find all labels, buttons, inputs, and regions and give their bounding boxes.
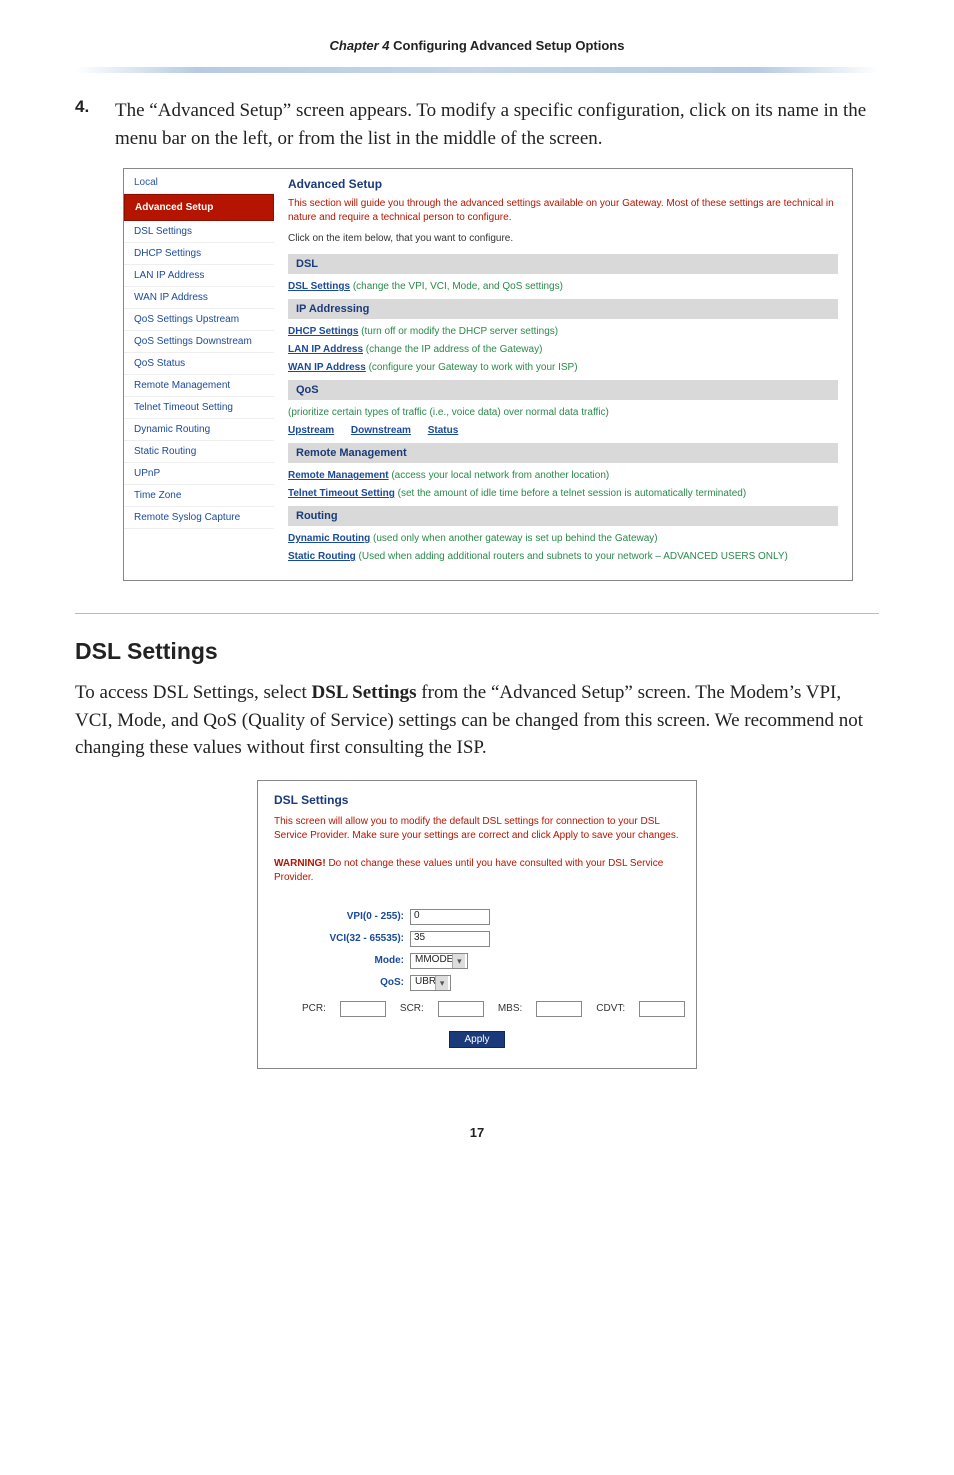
vpi-row: VPI(0 - 255): 0 (274, 909, 680, 925)
step-4: 4. The “Advanced Setup” screen appears. … (75, 97, 879, 152)
qos-downstream-link[interactable]: Downstream (351, 425, 411, 436)
qos-label: QoS: (274, 977, 404, 988)
panel-title: Advanced Setup (288, 177, 838, 191)
dsl-panel-title: DSL Settings (274, 793, 680, 807)
sidebar-item-time-zone[interactable]: Time Zone (124, 485, 274, 507)
mbs-label: MBS: (498, 1003, 522, 1014)
dsl-settings-link[interactable]: DSL Settings (288, 281, 350, 292)
dr-line: Dynamic Routing (used only when another … (288, 532, 838, 545)
mode-select[interactable]: MMODE (410, 953, 468, 969)
vpi-label: VPI(0 - 255): (274, 911, 404, 922)
dsl-intro-text: This screen will allow you to modify the… (274, 816, 679, 841)
sidebar-item-remote-syslog[interactable]: Remote Syslog Capture (124, 507, 274, 529)
sidebar-item-advanced-setup[interactable]: Advanced Setup (124, 194, 274, 221)
dhcp-desc: (turn off or modify the DHCP server sett… (358, 326, 558, 337)
page-number: 17 (75, 1125, 879, 1140)
vpi-input[interactable]: 0 (410, 909, 490, 925)
rm-block-head: Remote Management (288, 443, 838, 463)
qos-status-link[interactable]: Status (428, 425, 459, 436)
intro-plain: Click on the item below, that you want t… (288, 233, 838, 244)
step-number: 4. (75, 97, 97, 152)
rm-line: Remote Management (access your local net… (288, 469, 838, 482)
warning-text: Do not change these values until you hav… (274, 858, 663, 883)
vci-row: VCI(32 - 65535): 35 (274, 931, 680, 947)
dr-desc: (used only when another gateway is set u… (370, 533, 657, 544)
dsl-settings-line: DSL Settings (change the VPI, VCI, Mode,… (288, 280, 838, 293)
tt-link[interactable]: Telnet Timeout Setting (288, 488, 395, 499)
sidebar-item-remote-mgmt[interactable]: Remote Management (124, 375, 274, 397)
sidebar-item-qos-up[interactable]: QoS Settings Upstream (124, 309, 274, 331)
sr-line: Static Routing (Used when adding additio… (288, 550, 838, 563)
pcr-input[interactable] (340, 1001, 386, 1017)
sidebar-item-static-routing[interactable]: Static Routing (124, 441, 274, 463)
tt-desc: (set the amount of idle time before a te… (395, 488, 746, 499)
cdvt-label: CDVT: (596, 1003, 625, 1014)
section-title: DSL Settings (75, 638, 879, 665)
sidebar-item-dynamic-routing[interactable]: Dynamic Routing (124, 419, 274, 441)
sr-link[interactable]: Static Routing (288, 551, 356, 562)
rate-row: PCR: SCR: MBS: CDVT: (302, 1001, 680, 1017)
qos-block-head: QoS (288, 380, 838, 400)
sidebar-item-wan-ip[interactable]: WAN IP Address (124, 287, 274, 309)
vci-label: VCI(32 - 65535): (274, 933, 404, 944)
sidebar: Local Advanced Setup DSL Settings DHCP S… (124, 169, 274, 580)
sidebar-item-lan-ip[interactable]: LAN IP Address (124, 265, 274, 287)
dsl-settings-screenshot: DSL Settings This screen will allow you … (257, 780, 697, 1069)
vci-input[interactable]: 35 (410, 931, 490, 947)
wan-desc: (configure your Gateway to work with you… (366, 362, 578, 373)
sidebar-item-qos-status[interactable]: QoS Status (124, 353, 274, 375)
rm-link[interactable]: Remote Management (288, 470, 389, 481)
tt-line: Telnet Timeout Setting (set the amount o… (288, 487, 838, 500)
qos-select[interactable]: UBR (410, 975, 451, 991)
dsl-block-head: DSL (288, 254, 838, 274)
main-panel: Advanced Setup This section will guide y… (274, 169, 852, 580)
qos-upstream-link[interactable]: Upstream (288, 425, 334, 436)
scr-input[interactable] (438, 1001, 484, 1017)
dr-link[interactable]: Dynamic Routing (288, 533, 370, 544)
qos-desc: (prioritize certain types of traffic (i.… (288, 406, 838, 419)
ip-block-head: IP Addressing (288, 299, 838, 319)
apply-row: Apply (274, 1031, 680, 1048)
dhcp-link[interactable]: DHCP Settings (288, 326, 358, 337)
rm-desc: (access your local network from another … (389, 470, 610, 481)
sidebar-item-upnp[interactable]: UPnP (124, 463, 274, 485)
wan-link[interactable]: WAN IP Address (288, 362, 366, 373)
header-gradient (75, 67, 879, 73)
chapter-number: Chapter 4 (330, 38, 390, 53)
sidebar-item-telnet-timeout[interactable]: Telnet Timeout Setting (124, 397, 274, 419)
routing-block-head: Routing (288, 506, 838, 526)
sidebar-item-qos-down[interactable]: QoS Settings Downstream (124, 331, 274, 353)
sr-desc: (Used when adding additional routers and… (356, 551, 788, 562)
mbs-input[interactable] (536, 1001, 582, 1017)
intro-warning: This section will guide you through the … (288, 197, 838, 225)
step-text: The “Advanced Setup” screen appears. To … (115, 97, 879, 152)
qos-row: QoS: UBR (274, 975, 680, 991)
section-divider (75, 613, 879, 614)
mode-row: Mode: MMODE (274, 953, 680, 969)
chapter-title: Configuring Advanced Setup Options (390, 38, 625, 53)
sidebar-item-dsl-settings[interactable]: DSL Settings (124, 221, 274, 243)
dsl-desc: (change the VPI, VCI, Mode, and QoS sett… (350, 281, 563, 292)
qos-links: Upstream Downstream Status (288, 424, 838, 437)
advanced-setup-screenshot: Local Advanced Setup DSL Settings DHCP S… (123, 168, 853, 581)
sidebar-item-dhcp-settings[interactable]: DHCP Settings (124, 243, 274, 265)
lan-desc: (change the IP address of the Gateway) (363, 344, 542, 355)
pcr-label: PCR: (302, 1003, 326, 1014)
lan-link[interactable]: LAN IP Address (288, 344, 363, 355)
wan-line: WAN IP Address (configure your Gateway t… (288, 361, 838, 374)
apply-button[interactable]: Apply (449, 1031, 504, 1048)
mode-label: Mode: (274, 955, 404, 966)
sidebar-item-local[interactable]: Local (124, 169, 274, 194)
scr-label: SCR: (400, 1003, 424, 1014)
dhcp-line: DHCP Settings (turn off or modify the DH… (288, 325, 838, 338)
cdvt-input[interactable] (639, 1001, 685, 1017)
warning-label: WARNING! (274, 858, 326, 869)
lan-line: LAN IP Address (change the IP address of… (288, 343, 838, 356)
chapter-header: Chapter 4 Configuring Advanced Setup Opt… (75, 38, 879, 59)
section-para: To access DSL Settings, select DSL Setti… (75, 679, 879, 762)
dsl-intro: This screen will allow you to modify the… (274, 815, 680, 885)
